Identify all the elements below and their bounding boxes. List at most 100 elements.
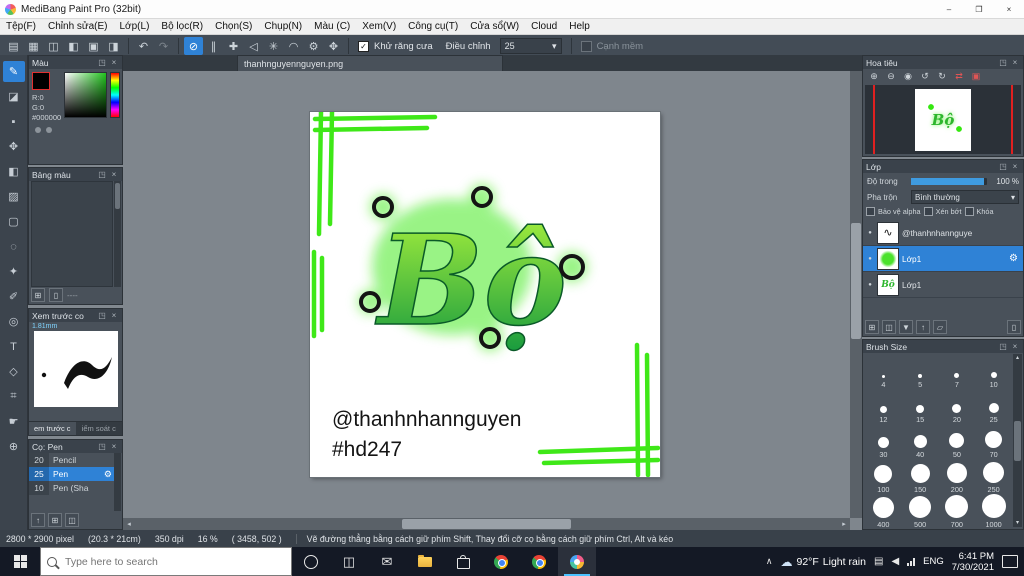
snap-off-icon[interactable]: ⊘ [184, 37, 203, 55]
popout-icon[interactable]: ◳ [97, 58, 107, 67]
protect-alpha-checkbox[interactable] [866, 207, 875, 216]
popout-icon[interactable]: ◳ [97, 442, 107, 451]
layer-visibility-icon[interactable]: ● [866, 282, 874, 288]
horizontal-scroll-thumb[interactable] [402, 519, 571, 529]
brush-size-option[interactable]: 5 [902, 354, 939, 389]
text-tool[interactable]: T [3, 336, 25, 357]
brush-size-option[interactable]: 4 [865, 354, 902, 389]
palette-scrollbar[interactable] [114, 181, 121, 287]
flip-horizontal-icon[interactable]: ⇄ [952, 71, 966, 82]
select-pen-tool[interactable]: ✐ [3, 286, 25, 307]
popout-icon[interactable]: ◳ [97, 311, 107, 320]
network-icon[interactable] [907, 557, 916, 566]
action-center-icon[interactable] [1002, 555, 1018, 568]
add-palette-color-icon[interactable]: ⊞ [31, 288, 45, 302]
menu-tools[interactable]: Công cụ(T) [402, 21, 464, 32]
zoom-out-icon[interactable]: ⊖ [884, 71, 898, 82]
comment-icon[interactable]: ◧ [64, 37, 83, 55]
menu-snap[interactable]: Chụp(N) [258, 21, 308, 32]
snap-move-icon[interactable]: ✥ [324, 37, 343, 55]
brush-size-option[interactable]: 7 [939, 354, 976, 389]
brush-size-option[interactable]: 1000 [975, 494, 1012, 529]
zoom-reset-icon[interactable]: ◉ [901, 71, 915, 82]
taskbar-weather[interactable]: ☁ 92°F Light rain [780, 555, 866, 569]
layer-row-selected[interactable]: ● Lớp1 ⚙ [863, 246, 1023, 272]
dot-tool[interactable]: ▪ [3, 111, 25, 132]
layer-visibility-icon[interactable]: ● [866, 256, 874, 262]
hidden-icons-chevron[interactable]: ∧ [766, 556, 773, 567]
brush-item-pen-sharp[interactable]: 10 Pen (Sha [29, 481, 114, 495]
menu-window[interactable]: Cửa sổ(W) [464, 21, 525, 32]
mail-icon[interactable]: ✉ [368, 547, 406, 576]
note-icon[interactable]: ▣ [84, 37, 103, 55]
task-view-icon[interactable]: ◫ [330, 547, 368, 576]
color-mode-toggle[interactable] [35, 127, 41, 133]
add-layer-icon[interactable]: ⊞ [865, 320, 879, 334]
brush-item-pencil[interactable]: 20 Pencil [29, 453, 114, 467]
gradient-tool[interactable]: ▨ [3, 186, 25, 207]
scroll-up-icon[interactable]: ▴ [1016, 354, 1019, 362]
save-icon[interactable]: ◫ [44, 37, 63, 55]
shape-tool[interactable]: ◇ [3, 361, 25, 382]
menu-help[interactable]: Help [563, 21, 596, 32]
navigator-viewport[interactable]: Bộ [865, 85, 1021, 154]
brush-size-option[interactable]: 10 [975, 354, 1012, 389]
brush-size-option[interactable]: 40 [902, 424, 939, 459]
layer-folder-icon[interactable]: ▱ [933, 320, 947, 334]
blend-mode-select[interactable]: Bình thường ▾ [911, 190, 1019, 204]
chrome-icon[interactable] [482, 547, 520, 576]
maximize-button[interactable]: ❐ [964, 0, 994, 18]
snap-settings-icon[interactable]: ⚙ [304, 37, 323, 55]
minimize-button[interactable]: – [934, 0, 964, 18]
language-indicator[interactable]: ENG [923, 556, 944, 567]
undo-icon[interactable]: ↶ [134, 37, 153, 55]
canvas-vertical-scrollbar[interactable] [850, 71, 862, 518]
layer-row-signature[interactable]: ● ∿ @thanhnhannguye [863, 220, 1023, 246]
palette-swatch-area[interactable] [31, 181, 113, 287]
close-button[interactable]: × [994, 0, 1024, 18]
adjust-select[interactable]: 25 ▾ [499, 38, 562, 54]
document-canvas[interactable]: Bộ @thanhnhannguyen #hd247 [310, 109, 661, 478]
popout-icon[interactable]: ◳ [998, 162, 1008, 171]
close-icon[interactable]: × [1010, 162, 1020, 171]
zoom-tool[interactable]: ⊕ [3, 436, 25, 457]
brush-list-scrollbar[interactable] [114, 453, 121, 511]
add-brush-icon[interactable]: ⊞ [48, 513, 62, 527]
brush-size-option[interactable]: 150 [902, 459, 939, 494]
document-tab[interactable]: thanhnguyennguyen.png [237, 55, 503, 71]
tab-brush-preview[interactable]: em trước c [29, 421, 76, 435]
menu-color[interactable]: Màu (C) [308, 21, 356, 32]
antialias-checkbox[interactable]: ✓ [358, 40, 369, 52]
menu-select[interactable]: Chọn(S) [209, 21, 258, 32]
brush-size-option[interactable]: 70 [975, 424, 1012, 459]
popout-icon[interactable]: ◳ [998, 58, 1008, 67]
brush-size-option[interactable]: 700 [939, 494, 976, 529]
taskbar-search[interactable] [40, 547, 292, 576]
close-icon[interactable]: × [109, 58, 119, 67]
touch-keyboard-icon[interactable]: ▤ [874, 556, 883, 567]
lasso-tool[interactable]: ◌ [3, 236, 25, 257]
brush-size-option[interactable]: 500 [902, 494, 939, 529]
move-layer-up-icon[interactable]: ↑ [916, 320, 930, 334]
rotate-right-icon[interactable]: ↻ [935, 71, 949, 82]
snap-radial-icon[interactable]: ✳ [264, 37, 283, 55]
menu-layer[interactable]: Lớp(L) [114, 21, 156, 32]
brush-size-option[interactable]: 250 [975, 459, 1012, 494]
popout-icon[interactable]: ◳ [97, 170, 107, 179]
snap-cross-icon[interactable]: ✚ [224, 37, 243, 55]
brush-tool[interactable]: ✎ [2, 61, 25, 82]
close-icon[interactable]: × [109, 311, 119, 320]
panel-layout-icon[interactable]: ◨ [104, 37, 123, 55]
brush-size-option[interactable]: 15 [902, 389, 939, 424]
brush-size-option[interactable]: 100 [865, 459, 902, 494]
duplicate-layer-icon[interactable]: ◫ [882, 320, 896, 334]
cortana-icon[interactable] [292, 547, 330, 576]
tab-brush-control[interactable]: iểm soát c [75, 421, 122, 435]
layer-settings-gear-icon[interactable]: ⚙ [1009, 253, 1020, 264]
menu-edit[interactable]: Chỉnh sửa(E) [42, 21, 114, 32]
menu-filter[interactable]: Bộ lọc(R) [155, 21, 209, 32]
color-mode-toggle-2[interactable] [46, 127, 52, 133]
file-explorer-icon[interactable] [406, 547, 444, 576]
select-tool[interactable]: ▢ [3, 211, 25, 232]
eraser-tool[interactable]: ◪ [3, 86, 25, 107]
